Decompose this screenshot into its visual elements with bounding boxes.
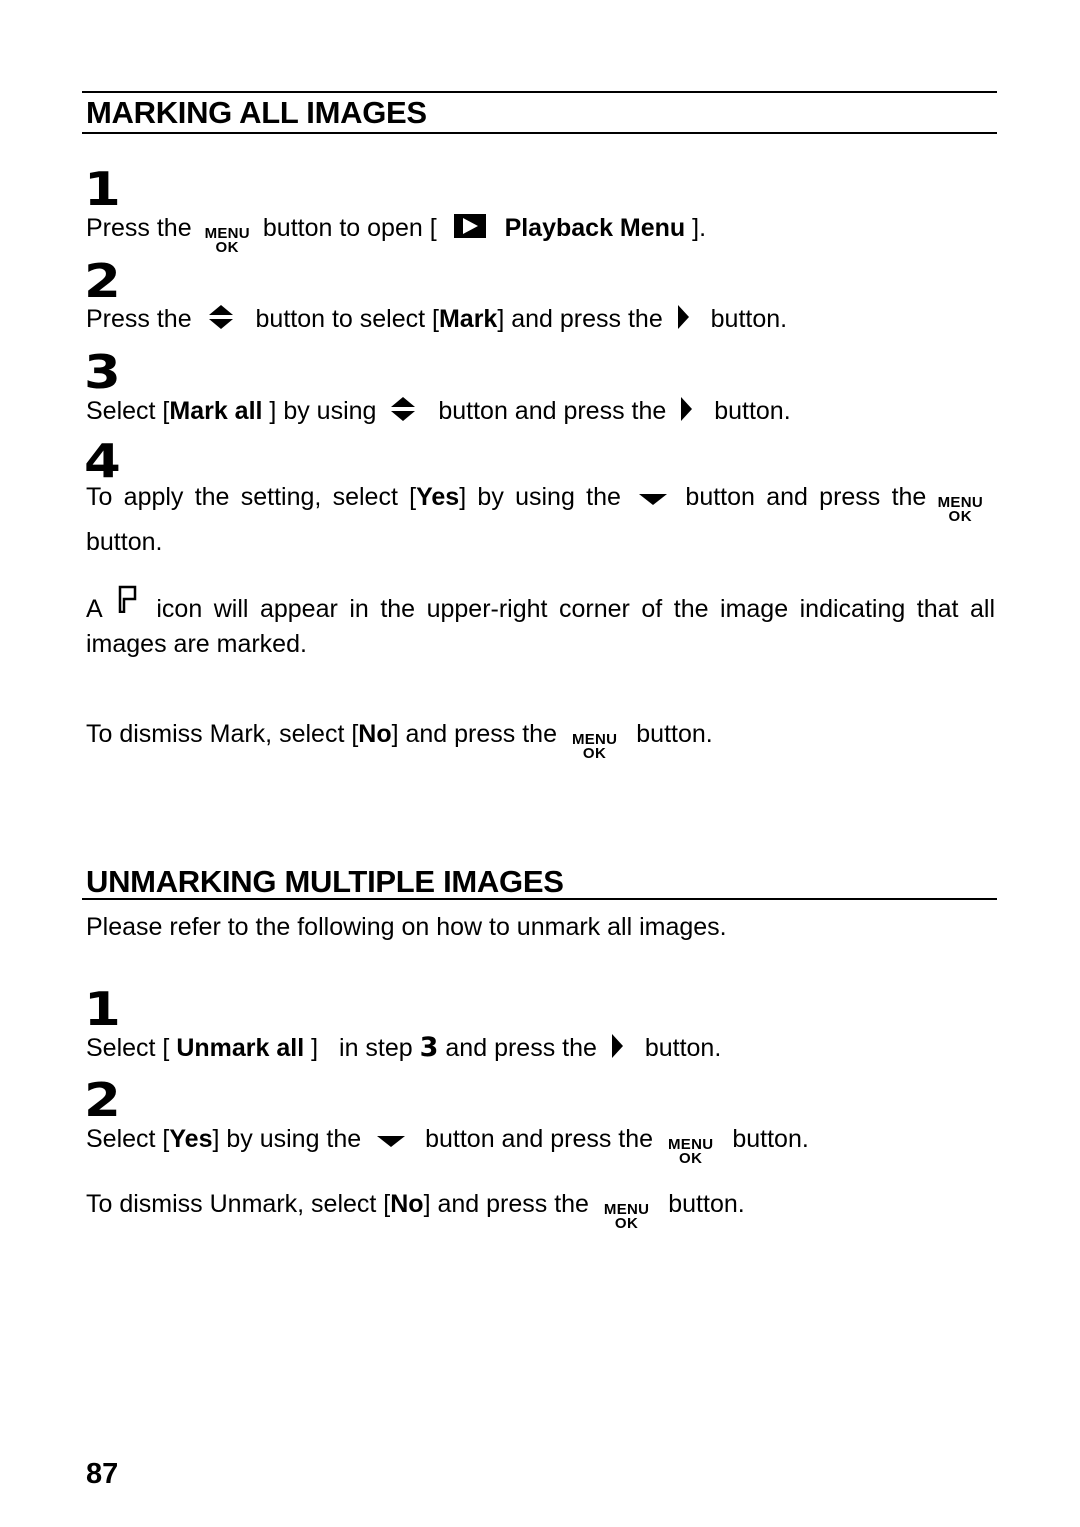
menu-name: Playback Menu bbox=[504, 214, 686, 242]
text: To apply the setting, select [ bbox=[86, 483, 417, 511]
text: button and press the bbox=[425, 1125, 654, 1153]
text: button. bbox=[710, 305, 788, 334]
text: ] and press the bbox=[423, 1190, 589, 1218]
text: button and press the bbox=[685, 483, 927, 511]
text: ] by using bbox=[262, 397, 377, 426]
page-number: 87 bbox=[86, 1458, 119, 1490]
heading-underline bbox=[82, 132, 997, 134]
down-arrow-icon bbox=[638, 481, 668, 516]
right-arrow-icon bbox=[679, 396, 693, 429]
text: A bbox=[86, 595, 102, 623]
option-name: Unmark all bbox=[176, 1034, 305, 1062]
text: ] by using the bbox=[212, 1125, 362, 1153]
menu-ok-icon: MENU OK bbox=[668, 1136, 714, 1168]
option-name: Mark all bbox=[169, 397, 263, 426]
step-number: 2 bbox=[84, 254, 121, 308]
top-rule bbox=[82, 91, 997, 93]
right-arrow-icon bbox=[610, 1033, 624, 1066]
text: Select [ bbox=[86, 397, 170, 426]
text: in step bbox=[339, 1034, 413, 1062]
option-name: Yes bbox=[169, 1125, 213, 1153]
text: button to open [ bbox=[262, 214, 437, 242]
option-name: No bbox=[390, 1190, 424, 1218]
dismiss-unmark-text: To dismiss Unmark, select [No] and press… bbox=[86, 1189, 745, 1232]
step-4-text: To apply the setting, select [Yes] by us… bbox=[86, 480, 995, 560]
mark-note: A icon will appear in the upper-right co… bbox=[86, 585, 995, 662]
step-number: 1 bbox=[84, 162, 121, 216]
down-arrow-icon bbox=[376, 1125, 406, 1155]
section-heading-unmarking: UNMARKING MULTIPLE IMAGES bbox=[86, 864, 564, 899]
step-3-text: Select [Mark all ] by using button and p… bbox=[86, 395, 791, 430]
section-heading-marking-all: MARKING ALL IMAGES bbox=[86, 95, 427, 130]
text: button and press the bbox=[438, 397, 667, 426]
step-number: 2 bbox=[84, 1073, 121, 1127]
heading-underline bbox=[82, 898, 997, 900]
playback-icon bbox=[453, 213, 486, 245]
text: button. bbox=[732, 1125, 809, 1153]
option-name: No bbox=[358, 720, 392, 748]
mark-flag-icon bbox=[117, 585, 139, 623]
text: ] and press the bbox=[497, 305, 663, 334]
text: Select [ bbox=[86, 1034, 177, 1062]
text: ]. bbox=[692, 214, 707, 242]
menu-ok-icon: MENU OK bbox=[937, 494, 983, 526]
text: button. bbox=[714, 397, 791, 426]
text: Press the bbox=[86, 214, 192, 242]
step-number: 4 bbox=[84, 434, 121, 488]
menu-ok-icon: MENU OK bbox=[571, 731, 618, 763]
text: ] by using the bbox=[459, 483, 621, 511]
step-number: 3 bbox=[84, 345, 121, 399]
step-1-text: Press the MENU OK button to open [ Playba… bbox=[86, 213, 706, 256]
unmark-intro: Please refer to the following on how to … bbox=[86, 913, 727, 941]
menu-ok-icon: MENU OK bbox=[603, 1201, 650, 1233]
text: ] bbox=[304, 1034, 319, 1062]
step-2-text: Press the button to select [Mark] and pr… bbox=[86, 303, 787, 338]
text: button. bbox=[668, 1190, 745, 1218]
option-name: Yes bbox=[416, 483, 460, 511]
text: button to select [ bbox=[255, 305, 439, 334]
option-name: Mark bbox=[438, 305, 498, 334]
right-arrow-icon bbox=[676, 304, 690, 337]
menu-ok-icon: MENU OK bbox=[204, 225, 250, 257]
text: Select [ bbox=[86, 1125, 170, 1153]
unmark-step-1-text: Select [ Unmark all ] in step 3 and pres… bbox=[86, 1032, 721, 1066]
up-down-arrow-icon bbox=[389, 395, 417, 430]
step-number: 1 bbox=[84, 982, 121, 1036]
text: icon will appear in the upper-right corn… bbox=[86, 595, 996, 658]
text: To dismiss Mark, select [ bbox=[86, 720, 359, 748]
unmark-step-2-text: Select [Yes] by using the button and pre… bbox=[86, 1124, 809, 1167]
dismiss-mark-text: To dismiss Mark, select [No] and press t… bbox=[86, 719, 713, 762]
text: and press the bbox=[445, 1034, 597, 1062]
text: button. bbox=[644, 1034, 722, 1062]
text: To dismiss Unmark, select [ bbox=[86, 1190, 391, 1218]
text: ] and press the bbox=[391, 720, 557, 748]
text: button. bbox=[86, 527, 163, 556]
step-reference: 3 bbox=[419, 1032, 439, 1063]
text: Press the bbox=[86, 305, 192, 334]
text: button. bbox=[636, 720, 713, 748]
up-down-arrow-icon bbox=[207, 303, 235, 338]
